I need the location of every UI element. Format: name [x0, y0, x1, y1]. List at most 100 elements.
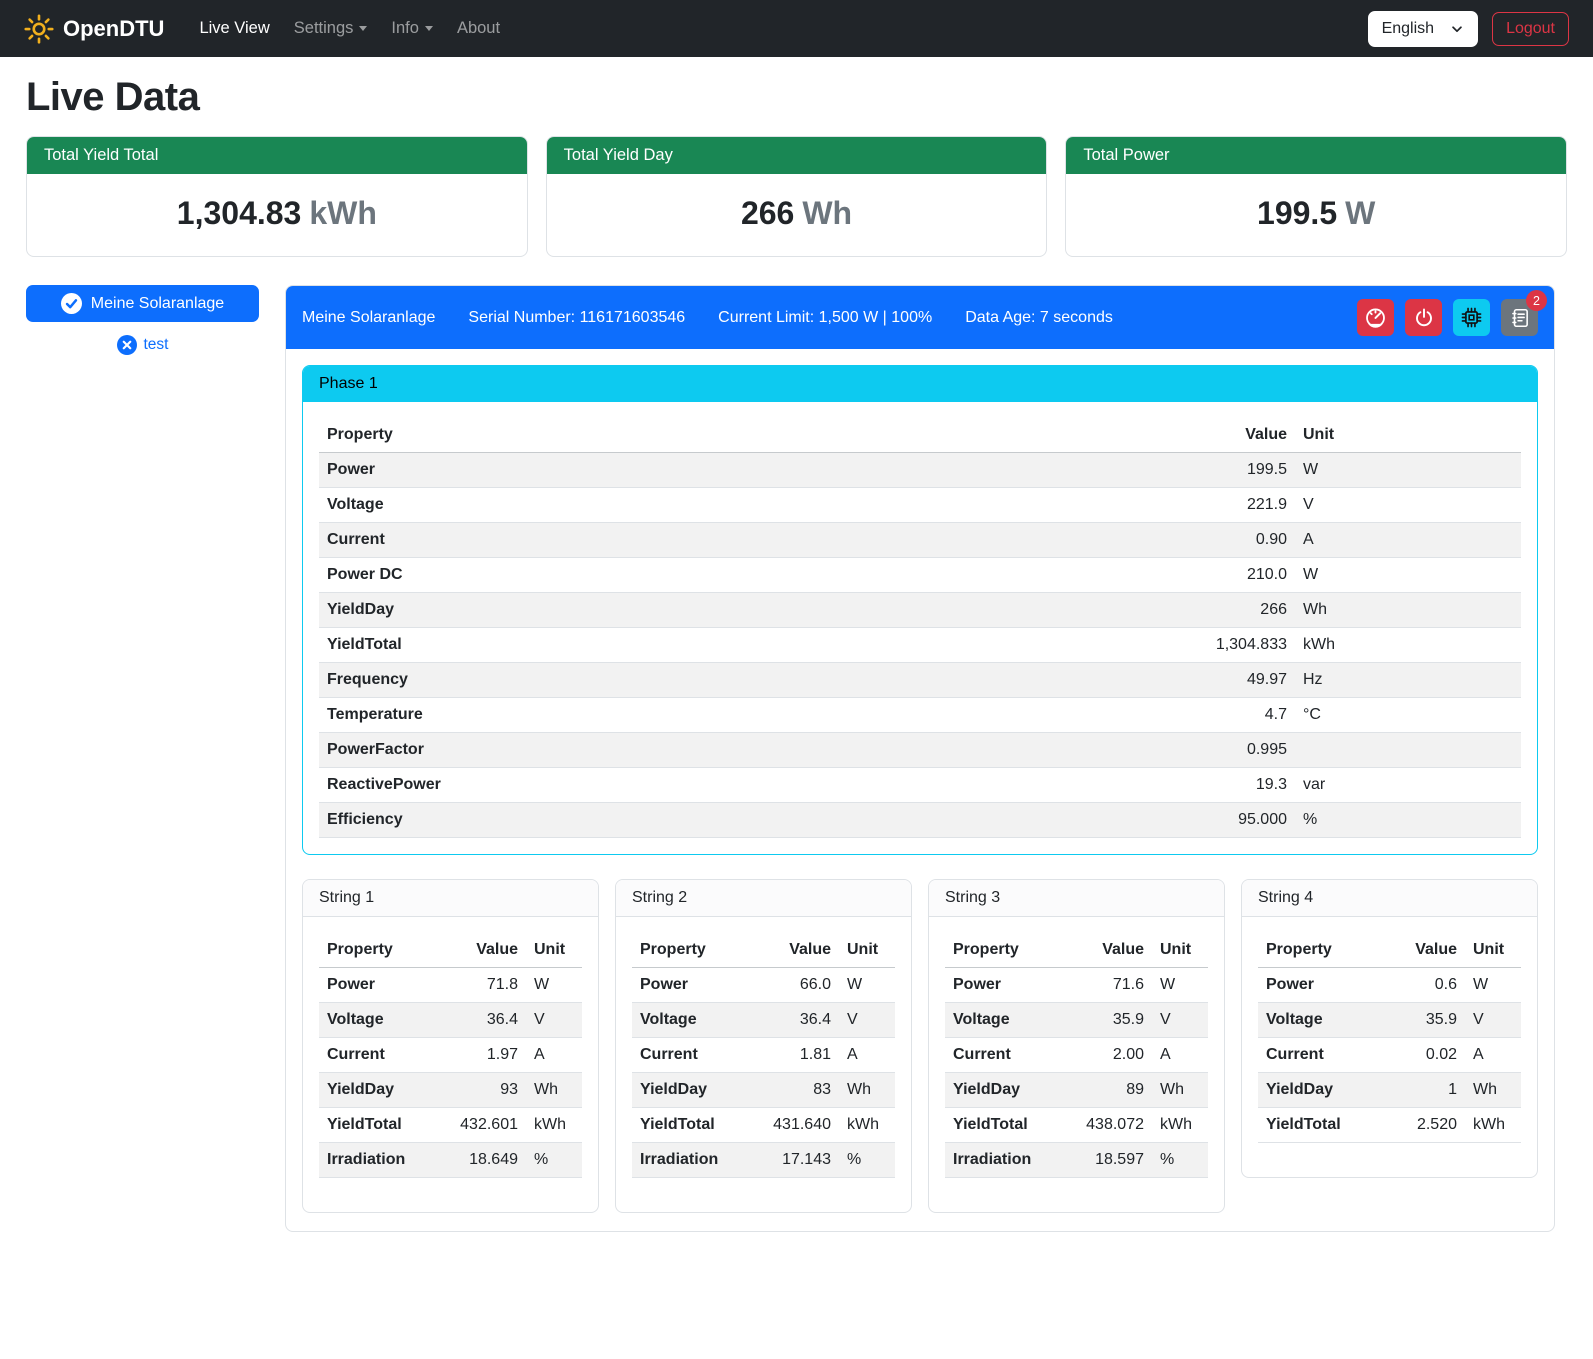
sun-logo-icon [24, 14, 54, 44]
summary-row: Total Yield Total 1,304.83kWh Total Yiel… [26, 136, 1567, 257]
summary-card-body: 1,304.83kWh [27, 174, 527, 256]
column-header: Unit [1152, 933, 1208, 968]
table-cell: V [1295, 488, 1521, 523]
nav-item-live-view[interactable]: Live View [190, 11, 278, 46]
column-header: Unit [839, 933, 895, 968]
table-row: YieldTotal438.072kWh [945, 1108, 1208, 1143]
summary-card-body: 199.5W [1066, 174, 1566, 256]
table-cell: kWh [1295, 628, 1521, 663]
table-row: Voltage36.4V [632, 1003, 895, 1038]
sidebar-item-test[interactable]: test [26, 335, 259, 355]
column-header: Property [945, 933, 1061, 968]
column-header: Property [319, 418, 1165, 453]
column-header: Property [319, 933, 435, 968]
table-cell: 35.9 [1384, 1003, 1465, 1038]
table-cell: 66.0 [748, 968, 839, 1003]
table-cell: Current [632, 1038, 748, 1073]
device-info-button[interactable] [1453, 299, 1490, 336]
table-row: Irradiation18.649% [319, 1143, 582, 1178]
string-card-body: PropertyValueUnitPower0.6WVoltage35.9VCu… [1242, 917, 1537, 1177]
table-cell: 1 [1384, 1073, 1465, 1108]
table-cell: Power [1258, 968, 1384, 1003]
speedometer-icon [1364, 306, 1387, 329]
string-card-body: PropertyValueUnitPower66.0WVoltage36.4VC… [616, 917, 911, 1212]
table-cell: Power [945, 968, 1061, 1003]
table-cell: 199.5 [1165, 453, 1295, 488]
column-header: Unit [1465, 933, 1521, 968]
table-cell: PowerFactor [319, 733, 1165, 768]
event-log-button[interactable]: 2 [1501, 299, 1538, 336]
table-row: Power71.6W [945, 968, 1208, 1003]
table-cell: YieldTotal [1258, 1108, 1384, 1143]
table-cell: Irradiation [319, 1143, 435, 1178]
table-cell: Voltage [1258, 1003, 1384, 1038]
table-cell: Wh [1465, 1073, 1521, 1108]
power-button[interactable] [1405, 299, 1442, 336]
limit-settings-button[interactable] [1357, 299, 1394, 336]
table-row: Power199.5W [319, 453, 1521, 488]
table-cell: kWh [839, 1108, 895, 1143]
nav-item-settings[interactable]: Settings [285, 11, 377, 46]
summary-unit: Wh [802, 195, 852, 231]
table-cell: 71.6 [1061, 968, 1152, 1003]
table-row: Irradiation17.143% [632, 1143, 895, 1178]
summary-value: 1,304.83 [177, 195, 302, 231]
phase-panel: Phase 1 PropertyValueUnitPower199.5WVolt… [302, 365, 1538, 855]
table-row: Current0.90A [319, 523, 1521, 558]
string-card-title: String 3 [929, 880, 1224, 917]
brand-label: OpenDTU [63, 16, 164, 42]
table-row: Power0.6W [1258, 968, 1521, 1003]
table-row: Power66.0W [632, 968, 895, 1003]
inverter-card-body: Phase 1 PropertyValueUnitPower199.5WVolt… [286, 349, 1554, 1231]
table-header-row: PropertyValueUnit [632, 933, 895, 968]
column-header: Unit [1295, 418, 1521, 453]
table-row: ReactivePower19.3var [319, 768, 1521, 803]
brand[interactable]: OpenDTU [24, 14, 164, 44]
column-header: Value [1061, 933, 1152, 968]
nav-item-info[interactable]: Info [382, 11, 442, 46]
table-cell: Temperature [319, 698, 1165, 733]
inverter-sidebar: Meine Solaranlage test [26, 285, 259, 355]
table-cell: kWh [1152, 1108, 1208, 1143]
sidebar-item-meine-solaranlage[interactable]: Meine Solaranlage [26, 285, 259, 322]
table-row: Efficiency95.000% [319, 803, 1521, 838]
table-cell: YieldTotal [319, 628, 1165, 663]
column-header: Value [435, 933, 526, 968]
table-cell: 19.3 [1165, 768, 1295, 803]
table-cell: Voltage [319, 488, 1165, 523]
table-cell: 0.6 [1384, 968, 1465, 1003]
table-cell: W [1295, 558, 1521, 593]
table-cell: 89 [1061, 1073, 1152, 1108]
table-cell: °C [1295, 698, 1521, 733]
table-cell: Wh [839, 1073, 895, 1108]
string-card-title: String 1 [303, 880, 598, 917]
string-card-2: String 2PropertyValueUnitPower66.0WVolta… [615, 879, 912, 1213]
table-row: YieldTotal2.520kWh [1258, 1108, 1521, 1143]
table-cell: 18.597 [1061, 1143, 1152, 1178]
table-cell: W [839, 968, 895, 1003]
summary-card-title: Total Yield Day [547, 137, 1047, 174]
table-cell: Voltage [632, 1003, 748, 1038]
phase-table-slot: PropertyValueUnitPower199.5WVoltage221.9… [303, 402, 1537, 838]
nav-item-about[interactable]: About [448, 11, 509, 46]
column-header: Property [1258, 933, 1384, 968]
table-cell: Current [319, 523, 1165, 558]
table-cell: A [1295, 523, 1521, 558]
table-cell: Frequency [319, 663, 1165, 698]
power-icon [1413, 307, 1435, 329]
table-cell: 83 [748, 1073, 839, 1108]
logout-button[interactable]: Logout [1492, 12, 1569, 46]
table-cell: 35.9 [1061, 1003, 1152, 1038]
summary-unit: kWh [309, 195, 377, 231]
summary-card-title: Total Yield Total [27, 137, 527, 174]
table-cell: 93 [435, 1073, 526, 1108]
table-cell: YieldDay [632, 1073, 748, 1108]
table-cell: A [1465, 1038, 1521, 1073]
table-row: Voltage35.9V [1258, 1003, 1521, 1038]
language-select[interactable]: English [1368, 11, 1478, 47]
table-header-row: PropertyValueUnit [319, 418, 1521, 453]
table-cell: 431.640 [748, 1108, 839, 1143]
table-cell: YieldTotal [632, 1108, 748, 1143]
data-table: PropertyValueUnitPower66.0WVoltage36.4VC… [632, 933, 895, 1178]
table-row: Power71.8W [319, 968, 582, 1003]
